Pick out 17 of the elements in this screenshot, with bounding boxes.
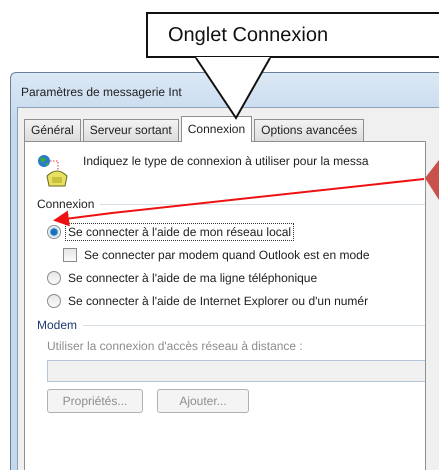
field-label: Utiliser la connexion d'accès réseau à distance : [47,339,303,353]
checkbox[interactable] [63,248,77,262]
radio-label[interactable]: Se connecter à l'aide de ma ligne téléphonique [66,270,320,286]
radio-button[interactable] [47,225,61,239]
group-label: Modem [37,318,78,332]
tab[interactable]: Général [24,119,81,141]
radio-button[interactable] [47,294,61,308]
radio-label[interactable]: Se connecter à l'aide de Internet Explorer ou d'un numér [66,293,370,309]
group-label: Connexion [37,197,94,211]
tab[interactable]: Connexion [180,116,252,142]
description-text: Indiquez le type de connexion à utiliser pour la messa [83,154,369,168]
window-title: Paramètres de messagerie Int [21,85,182,99]
radio-label[interactable]: Se connecter à l'aide de mon réseau local [66,224,294,240]
tab[interactable]: Options avancées [254,119,364,141]
radio-button[interactable] [47,271,61,285]
checkbox-label[interactable]: Se connecter par modem quand Outlook est en mode [82,247,372,263]
tab[interactable]: Serveur sortant [82,119,179,141]
